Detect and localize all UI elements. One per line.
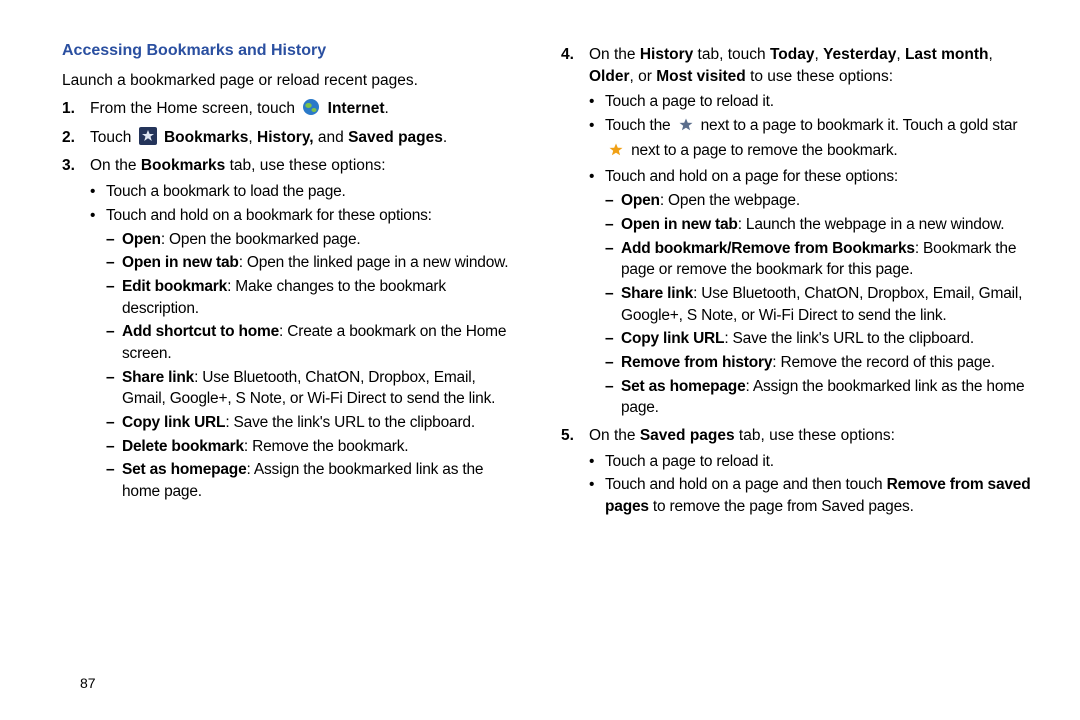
step-4-last-month: Last month	[905, 46, 989, 63]
s3-bullet-1: Touch a bookmark to load the page.	[90, 181, 521, 203]
step-2-num: 2.	[62, 127, 90, 152]
s3-dash-open: Open: Open the bookmarked page.	[106, 229, 521, 251]
step-2: 2. Touch Bookmarks, History, and Saved p…	[62, 127, 521, 152]
s4-dash-share-link: Share link: Use Bluetooth, ChatON, Dropb…	[605, 283, 1040, 326]
step-4-mid1: tab, touch	[693, 46, 770, 63]
internet-globe-icon	[302, 98, 320, 123]
step-3: 3. On the Bookmarks tab, use these optio…	[62, 155, 521, 502]
step-4-most-visited: Most visited	[656, 68, 746, 85]
s4-bullet-3: Touch and hold on a page for these optio…	[589, 166, 1040, 188]
step-2-history: History,	[257, 129, 314, 146]
step-5-b: Saved pages	[640, 427, 735, 444]
s4-dash-open: Open: Open the webpage.	[605, 190, 1040, 212]
s4-bullet-2: Touch the next to a page to bookmark it.…	[589, 115, 1040, 164]
step-4: 4. On the History tab, touch Today, Yest…	[561, 44, 1040, 419]
s5-bullet-2: Touch and hold on a page and then touch …	[589, 474, 1040, 517]
s3-dash-delete-bookmark: Delete bookmark: Remove the bookmark.	[106, 436, 521, 458]
section-title: Accessing Bookmarks and History	[62, 40, 521, 62]
step-2-saved: Saved pages	[348, 129, 443, 146]
s4-dash-remove-history: Remove from history: Remove the record o…	[605, 352, 1040, 374]
step-5-post: tab, use these options:	[735, 427, 895, 444]
star-outline-icon	[678, 117, 694, 140]
intro-text: Launch a bookmarked page or reload recen…	[62, 70, 521, 92]
page-number: 87	[80, 674, 96, 694]
s4-dash-set-homepage: Set as homepage: Assign the bookmarked l…	[605, 376, 1040, 419]
step-4-pre: On the	[589, 46, 640, 63]
step-3-num: 3.	[62, 155, 90, 502]
s4-dash-copy-link: Copy link URL: Save the link's URL to th…	[605, 328, 1040, 350]
step-5-pre: On the	[589, 427, 640, 444]
step-1-internet: Internet	[328, 100, 385, 117]
step-2-bookmarks: Bookmarks	[164, 129, 248, 146]
s4-bullet-1: Touch a page to reload it.	[589, 91, 1040, 113]
step-4-older: Older	[589, 68, 629, 85]
step-3-b: Bookmarks	[141, 157, 225, 174]
step-2-c1: ,	[248, 129, 257, 146]
s3-dash-share-link: Share link: Use Bluetooth, ChatON, Dropb…	[106, 367, 521, 410]
step-2-pre: Touch	[90, 129, 136, 146]
step-4-today: Today	[770, 46, 815, 63]
star-gold-icon	[608, 142, 624, 165]
step-4-yesterday: Yesterday	[823, 46, 896, 63]
s3-dash-set-homepage: Set as homepage: Assign the bookmarked l…	[106, 459, 521, 502]
step-1-num: 1.	[62, 98, 90, 123]
bookmarks-star-icon	[139, 127, 157, 152]
step-3-pre: On the	[90, 157, 141, 174]
step-5-num: 5.	[561, 425, 589, 518]
s3-bullet-2: Touch and hold on a bookmark for these o…	[90, 205, 521, 227]
step-1-pre: From the Home screen, touch	[90, 100, 299, 117]
s4-dash-add-remove-bookmark: Add bookmark/Remove from Bookmarks: Book…	[605, 238, 1040, 281]
step-2-between: and	[318, 129, 348, 146]
s5-bullet-1: Touch a page to reload it.	[589, 451, 1040, 473]
s3-dash-copy-link: Copy link URL: Save the link's URL to th…	[106, 412, 521, 434]
s3-dash-add-shortcut: Add shortcut to home: Create a bookmark …	[106, 321, 521, 364]
step-2-end: .	[443, 129, 447, 146]
step-4-post: to use these options:	[746, 68, 893, 85]
s3-dash-edit-bookmark: Edit bookmark: Make changes to the bookm…	[106, 276, 521, 319]
s3-dash-open-new-tab: Open in new tab: Open the linked page in…	[106, 252, 521, 274]
step-4-tab: History	[640, 46, 693, 63]
step-1-end: .	[385, 100, 389, 117]
s4-dash-open-new-tab: Open in new tab: Launch the webpage in a…	[605, 214, 1040, 236]
step-1: 1. From the Home screen, touch Internet.	[62, 98, 521, 123]
step-3-post: tab, use these options:	[225, 157, 385, 174]
step-4-num: 4.	[561, 44, 589, 419]
step-5: 5. On the Saved pages tab, use these opt…	[561, 425, 1040, 518]
